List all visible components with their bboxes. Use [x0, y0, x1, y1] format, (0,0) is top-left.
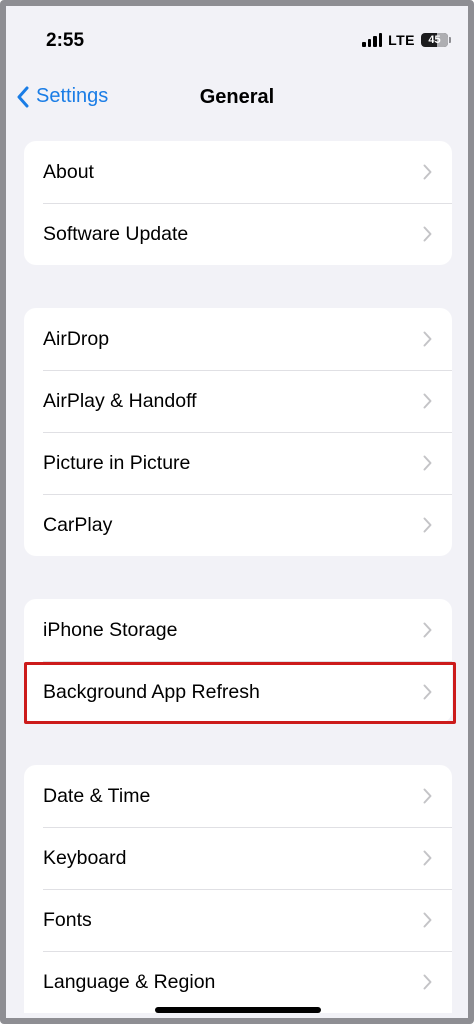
- chevron-right-icon: [423, 331, 432, 347]
- row-label: Picture in Picture: [43, 451, 191, 474]
- phone-screen: 2:55 LTE 45 Settings General About Softw…: [0, 0, 474, 1024]
- settings-row-carplay[interactable]: CarPlay: [24, 494, 452, 556]
- chevron-right-icon: [423, 455, 432, 471]
- settings-group-connectivity: AirDrop AirPlay & Handoff Picture in Pic…: [24, 308, 452, 556]
- row-label: CarPlay: [43, 513, 113, 536]
- chevron-right-icon: [423, 850, 432, 866]
- settings-row-software-update[interactable]: Software Update: [24, 203, 452, 265]
- chevron-right-icon: [423, 788, 432, 804]
- row-label: AirDrop: [43, 327, 110, 350]
- settings-row-date-time[interactable]: Date & Time: [24, 765, 452, 827]
- settings-row-language-region[interactable]: Language & Region: [24, 951, 452, 1013]
- battery-icon: 45: [421, 33, 451, 47]
- row-label: Background App Refresh: [43, 680, 260, 703]
- status-bar: 2:55 LTE 45: [6, 6, 468, 76]
- settings-row-fonts[interactable]: Fonts: [24, 889, 452, 951]
- settings-row-airplay-handoff[interactable]: AirPlay & Handoff: [24, 370, 452, 432]
- chevron-right-icon: [423, 684, 432, 700]
- settings-group-about: About Software Update: [24, 141, 452, 265]
- network-type: LTE: [388, 32, 415, 48]
- row-label: iPhone Storage: [43, 618, 178, 641]
- settings-group-regional: Date & Time Keyboard Fonts Language & Re…: [24, 765, 452, 1013]
- settings-row-about[interactable]: About: [24, 141, 452, 203]
- battery-percentage: 45: [428, 34, 441, 46]
- status-time: 2:55: [46, 30, 85, 51]
- navigation-bar: Settings General: [6, 76, 468, 122]
- chevron-right-icon: [423, 393, 432, 409]
- chevron-right-icon: [423, 622, 432, 638]
- row-label: Language & Region: [43, 970, 216, 993]
- row-label: Fonts: [43, 908, 92, 931]
- row-label: AirPlay & Handoff: [43, 389, 197, 412]
- row-label: Date & Time: [43, 784, 151, 807]
- chevron-right-icon: [423, 517, 432, 533]
- cellular-signal-icon: [362, 33, 383, 47]
- chevron-right-icon: [423, 226, 432, 242]
- row-label: About: [43, 160, 94, 183]
- settings-row-background-app-refresh[interactable]: Background App Refresh: [24, 661, 452, 723]
- chevron-right-icon: [423, 164, 432, 180]
- settings-row-picture-in-picture[interactable]: Picture in Picture: [24, 432, 452, 494]
- chevron-right-icon: [423, 912, 432, 928]
- settings-row-keyboard[interactable]: Keyboard: [24, 827, 452, 889]
- chevron-right-icon: [423, 974, 432, 990]
- settings-group-storage: iPhone Storage Background App Refresh: [24, 599, 452, 723]
- row-label: Software Update: [43, 222, 189, 245]
- page-title: General: [199, 86, 275, 108]
- row-label: Keyboard: [43, 846, 127, 869]
- settings-row-iphone-storage[interactable]: iPhone Storage: [24, 599, 452, 661]
- home-indicator[interactable]: [155, 1007, 321, 1013]
- settings-row-airdrop[interactable]: AirDrop: [24, 308, 452, 370]
- status-indicators: LTE 45: [362, 32, 451, 48]
